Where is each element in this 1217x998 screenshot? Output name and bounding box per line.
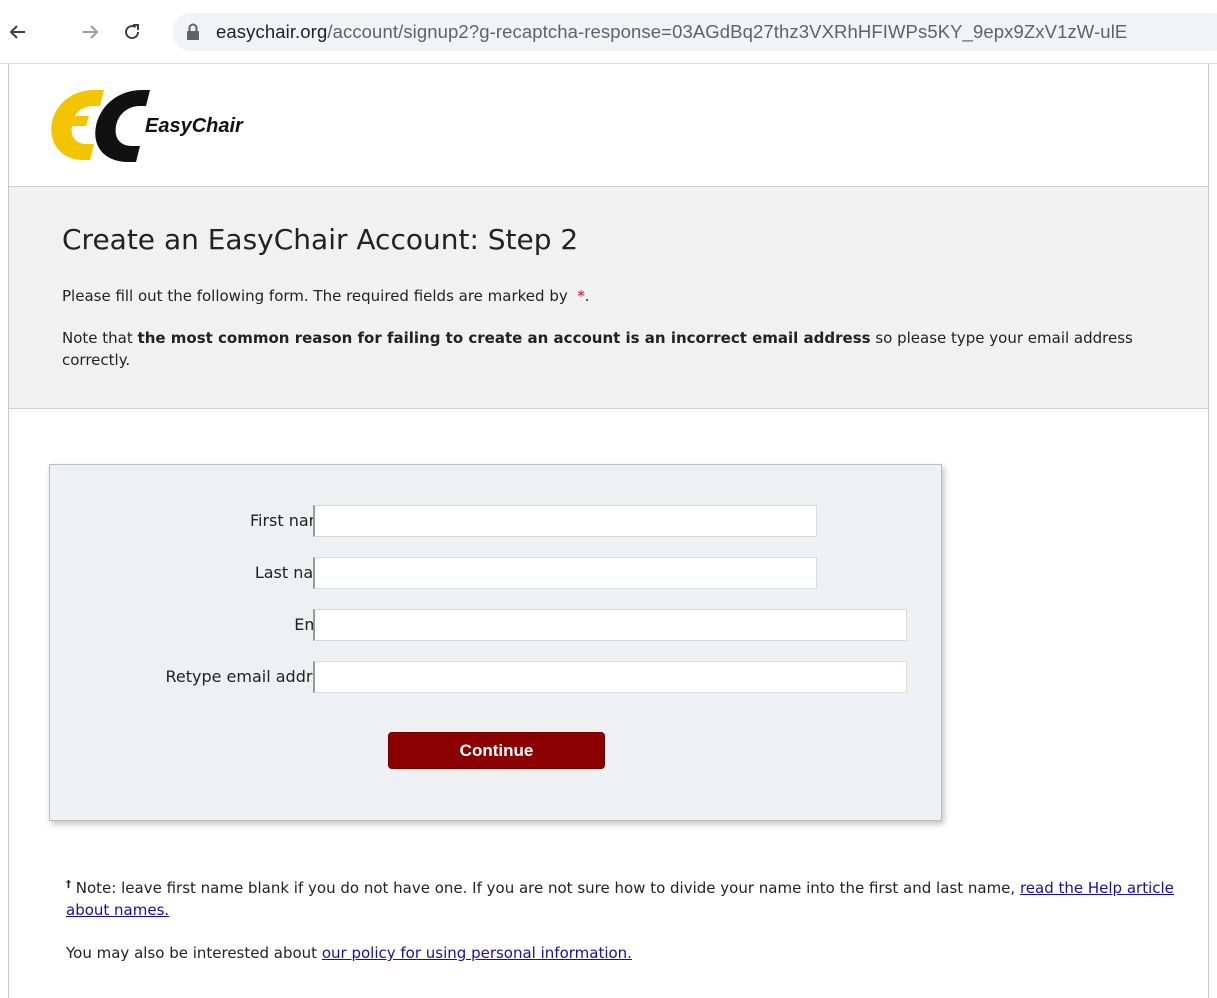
signup-form: First name†:* Last name:* Email:* Retype… xyxy=(49,464,942,821)
url-path: /account/signup2?g-recaptcha-response=03… xyxy=(327,21,1128,42)
dagger-mark: † xyxy=(66,879,71,890)
footnote-text: Note: leave first name blank if you do n… xyxy=(75,879,1016,897)
policy-note: You may also be interested about our pol… xyxy=(66,944,632,962)
email-warning-note: Note that the most common reason for fai… xyxy=(62,327,1192,371)
intro-sentence: Please fill out the following form. The … xyxy=(62,287,568,305)
last-name-input[interactable] xyxy=(313,557,817,589)
name-footnote: † Note: leave first name blank if you do… xyxy=(66,874,1206,921)
browser-toolbar: easychair.org/account/signup2?g-recaptch… xyxy=(0,0,1217,64)
note-prefix: Note that xyxy=(62,329,133,347)
easychair-logo[interactable]: EasyChair xyxy=(42,82,282,172)
frame-right-border xyxy=(1208,64,1209,998)
intro-text: Please fill out the following form. The … xyxy=(62,287,590,305)
back-icon[interactable] xyxy=(6,20,30,44)
reload-icon[interactable] xyxy=(120,20,144,44)
required-marker: * xyxy=(577,287,585,305)
address-bar[interactable]: easychair.org/account/signup2?g-recaptch… xyxy=(172,13,1217,51)
title-section: Create an EasyChair Account: Step 2 Plea… xyxy=(9,187,1208,409)
first-name-input[interactable] xyxy=(313,505,817,537)
retype-email-row: Retype email address:* xyxy=(50,661,943,695)
url-host: easychair.org xyxy=(216,21,328,42)
last-name-row: Last name:* xyxy=(50,557,943,591)
logo-text: EasyChair xyxy=(145,115,243,137)
page-title: Create an EasyChair Account: Step 2 xyxy=(62,223,579,256)
first-name-row: First name†:* xyxy=(50,505,943,539)
continue-button[interactable]: Continue xyxy=(388,732,605,769)
privacy-policy-link[interactable]: our policy for using personal informatio… xyxy=(322,944,632,962)
forward-icon[interactable] xyxy=(78,20,102,44)
email-input[interactable] xyxy=(313,609,907,641)
lock-icon[interactable] xyxy=(186,23,200,45)
retype-email-input[interactable] xyxy=(313,661,907,693)
url-text[interactable]: easychair.org/account/signup2?g-recaptch… xyxy=(216,21,1127,43)
note-emphasis: the most common reason for failing to cr… xyxy=(137,329,871,347)
email-row: Email:* xyxy=(50,609,943,643)
policy-prefix: You may also be interested about xyxy=(66,944,318,962)
intro-period: . xyxy=(584,287,590,305)
